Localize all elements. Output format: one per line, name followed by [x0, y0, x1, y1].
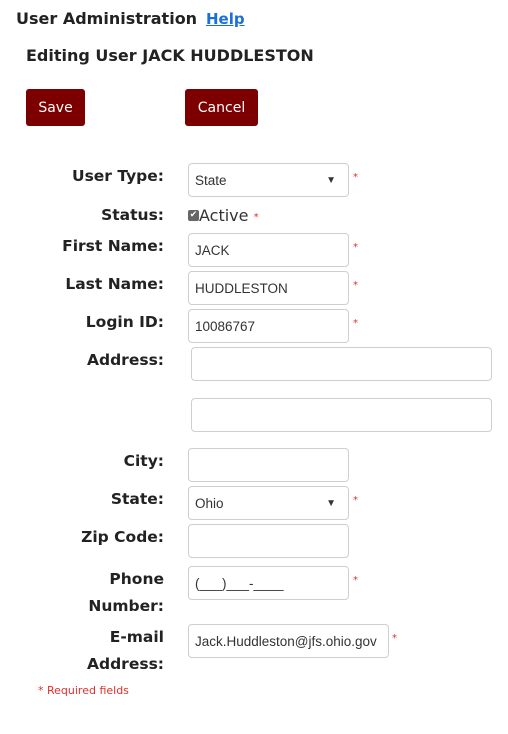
first-name-label: First Name: [62, 237, 164, 255]
phone-label-line1: Phone [109, 570, 164, 588]
address-line2-input[interactable] [191, 398, 492, 432]
required-marker: * [392, 633, 397, 644]
save-button[interactable]: Save [26, 89, 85, 126]
last-name-label: Last Name: [65, 275, 164, 293]
required-marker: * [353, 495, 358, 506]
state-label: State: [110, 490, 164, 508]
first-name-input[interactable] [188, 233, 349, 267]
login-id-input[interactable] [188, 309, 349, 343]
app-title: User Administration [16, 9, 198, 28]
email-input[interactable] [188, 624, 389, 658]
chevron-down-icon: ▼ [326, 497, 336, 509]
required-marker: * [353, 575, 358, 586]
required-marker: * [353, 172, 358, 183]
required-marker: * [253, 212, 259, 223]
address-label: Address: [87, 351, 164, 369]
page-title: Editing User JACK HUDDLESTON [26, 46, 314, 65]
chevron-down-icon: ▼ [326, 174, 336, 186]
status-label: Status: [101, 206, 164, 224]
phone-label-line2: Number: [88, 597, 164, 615]
last-name-input[interactable] [188, 271, 349, 305]
user-type-value: State [195, 172, 227, 188]
state-select[interactable]: Ohio ▼ [188, 486, 349, 520]
login-id-label: Login ID: [85, 313, 164, 331]
zip-code-input[interactable] [188, 524, 349, 558]
user-type-label: User Type: [71, 167, 164, 185]
user-type-select[interactable]: State ▼ [188, 163, 349, 197]
required-marker: * [353, 242, 358, 253]
help-link[interactable]: Help [206, 10, 245, 28]
required-marker: * [353, 280, 358, 291]
required-fields-note: * Required fields [38, 684, 129, 697]
zip-code-label: Zip Code: [81, 528, 164, 546]
city-input[interactable] [188, 448, 349, 482]
active-checkbox[interactable]: ✔ [188, 210, 199, 221]
city-label: City: [123, 452, 164, 470]
cancel-button[interactable]: Cancel [185, 89, 258, 126]
status-field: ✔ Active * [188, 205, 259, 225]
address-line1-input[interactable] [191, 347, 492, 381]
state-value: Ohio [195, 495, 224, 511]
active-label: Active [199, 206, 249, 225]
phone-input[interactable] [188, 566, 349, 600]
required-marker: * [353, 318, 358, 329]
email-label-line1: E-mail [109, 628, 164, 646]
email-label-line2: Address: [87, 655, 164, 673]
